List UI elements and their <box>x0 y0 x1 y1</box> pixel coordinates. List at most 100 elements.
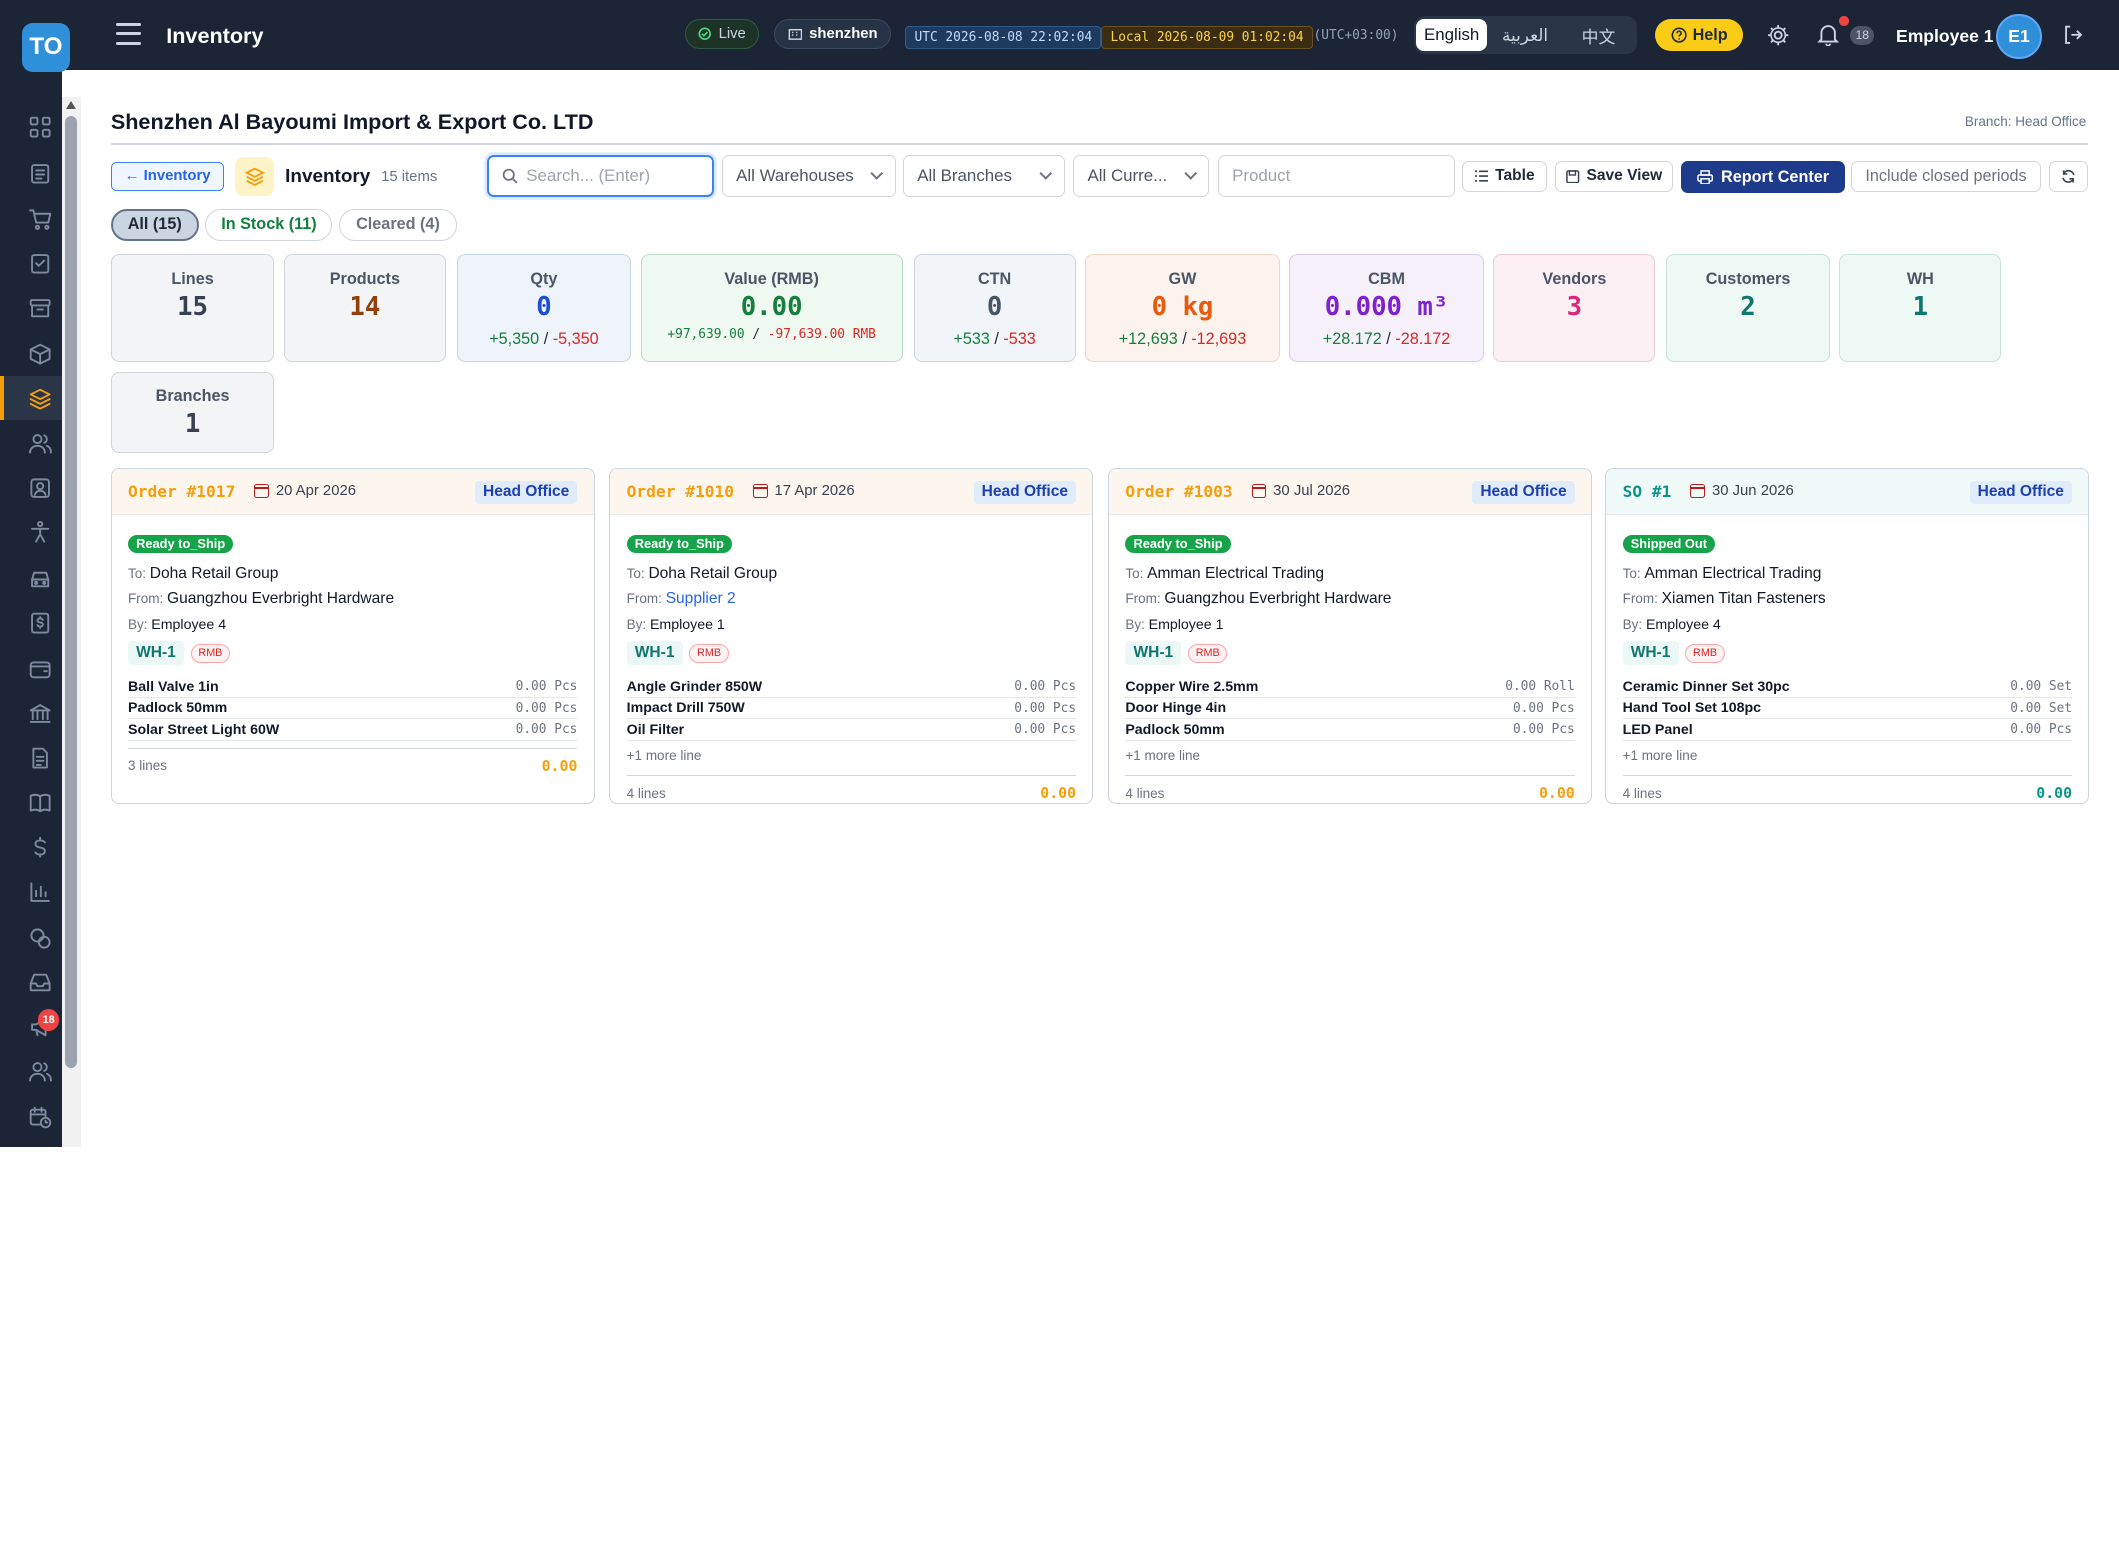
stat-value-rmb: Value (RMB) 0.00 +97,639.00 / -97,639.00… <box>640 254 903 363</box>
scroll-thumb[interactable] <box>64 116 78 1068</box>
gear-icon[interactable] <box>1766 23 1790 47</box>
archive-icon[interactable] <box>28 296 52 320</box>
order-number[interactable]: Order #1017 <box>128 482 235 501</box>
bank-icon[interactable] <box>28 701 52 725</box>
bell-icon[interactable] <box>1816 22 1840 46</box>
stat-label: Lines <box>171 269 214 288</box>
car-icon[interactable] <box>28 566 52 590</box>
item-name: Ceramic Dinner Set 30pc <box>1622 678 1790 695</box>
box-icon[interactable] <box>28 342 52 366</box>
filter-all[interactable]: All (15) <box>110 209 199 241</box>
clipboard-icon[interactable] <box>28 161 52 185</box>
branch-chip: Head Office <box>973 480 1077 504</box>
stat-ctn: CTN 0 +533 / -533 <box>913 254 1076 363</box>
item-qty: 0.00 Roll <box>1505 679 1575 695</box>
search-box[interactable] <box>486 155 714 198</box>
avatar[interactable]: E1 <box>1996 13 2042 60</box>
cart-icon[interactable] <box>28 207 52 231</box>
bar-chart-icon[interactable] <box>28 880 52 904</box>
refresh-button[interactable] <box>2048 160 2088 192</box>
lang-chinese[interactable]: 中文 <box>1563 19 1634 51</box>
team-icon[interactable] <box>28 1059 53 1083</box>
scroll-up-arrow[interactable] <box>66 101 77 110</box>
order-card[interactable]: Order #1010 17 Apr 2026 Head Office Ready t… <box>609 467 1094 805</box>
chevron-down-icon <box>1183 166 1197 181</box>
wallet-icon[interactable] <box>28 657 52 681</box>
layers-icon[interactable] <box>28 387 52 411</box>
order-card[interactable]: SO #1 30 Jun 2026 Head Office Shipped Out To… <box>1605 467 2090 805</box>
lang-arabic[interactable]: العربية <box>1490 19 1561 51</box>
order-card[interactable]: Order #1017 20 Apr 2026 Head Office Ready t… <box>110 467 595 805</box>
product-filter[interactable] <box>1217 155 1456 198</box>
status-badge: Shipped Out <box>1622 535 1716 553</box>
users-icon[interactable] <box>28 431 53 455</box>
item-name: Padlock 50mm <box>128 700 228 717</box>
inbox-icon[interactable] <box>28 970 52 994</box>
table-view-button[interactable]: Table <box>1462 160 1548 192</box>
warehouse-tag: WH-1 <box>1622 641 1679 666</box>
item-qty: 0.00 Pcs <box>1014 722 1077 738</box>
from-party: Guangzhou Everbright Hardware <box>167 589 395 607</box>
live-label: Live <box>718 25 746 42</box>
document-icon[interactable] <box>28 746 52 770</box>
from-party[interactable]: Supplier 2 <box>666 590 736 607</box>
order-number[interactable]: SO #1 <box>1623 482 1672 501</box>
by-label: By: <box>1125 617 1145 633</box>
order-number[interactable]: Order #1003 <box>1125 482 1232 501</box>
save-view-button[interactable]: Save View <box>1555 160 1674 192</box>
from-party: Xiamen Titan Fasteners <box>1661 589 1826 607</box>
filter-in-stock[interactable]: In Stock (11) <box>205 209 333 241</box>
calendar-clock-icon[interactable] <box>28 1105 52 1129</box>
menu-icon[interactable] <box>116 22 141 45</box>
item-qty: 0.00 Pcs <box>1512 700 1575 716</box>
person-icon[interactable] <box>28 520 52 544</box>
search-input[interactable] <box>526 166 702 187</box>
branch-indicator: Branch: Head Office <box>1964 113 2087 129</box>
logout-icon[interactable] <box>2062 24 2084 46</box>
order-number[interactable]: Order #1010 <box>627 482 734 501</box>
back-button[interactable]: ← Inventory <box>110 162 225 191</box>
currency-select[interactable]: All Curre... <box>1073 155 1210 198</box>
branch-select-value: All Branches <box>917 166 1012 186</box>
report-center-button[interactable]: Report Center <box>1681 160 1845 194</box>
filter-cleared[interactable]: Cleared (4) <box>339 209 457 241</box>
item-name: Angle Grinder 850W <box>626 678 763 695</box>
app-logo[interactable]: TO <box>21 22 71 72</box>
company-name: Shenzhen Al Bayoumi Import & Export Co. … <box>110 109 594 135</box>
table-label: Table <box>1495 167 1535 185</box>
report-center-label: Report Center <box>1721 167 1830 186</box>
stat-label: Products <box>329 269 400 288</box>
product-input[interactable] <box>1232 166 1435 187</box>
warehouse-select[interactable]: All Warehouses <box>721 155 896 198</box>
stat-minus: -97,639.00 RMB <box>767 327 876 342</box>
item-name: LED Panel <box>1622 721 1693 738</box>
more-lines[interactable]: +1 more line <box>627 748 1076 763</box>
search-icon <box>502 168 518 184</box>
coins-icon[interactable] <box>28 926 52 950</box>
list-item: Solar Street Light 60W 0.00 Pcs <box>128 719 578 742</box>
dollar-icon[interactable] <box>28 835 52 859</box>
refresh-icon <box>2062 169 2075 183</box>
currency-tag: RMB <box>1685 643 1725 663</box>
contacts-icon[interactable] <box>28 476 52 500</box>
list-item: Oil Filter 0.00 Pcs <box>626 719 1077 742</box>
branch-pill[interactable]: shenzhen <box>774 18 891 49</box>
checklist-icon[interactable] <box>28 251 52 275</box>
dollar-doc-icon[interactable] <box>28 611 52 635</box>
branch-select[interactable]: All Branches <box>902 155 1065 198</box>
book-icon[interactable] <box>28 791 52 815</box>
more-lines[interactable]: +1 more line <box>1623 748 2072 763</box>
dashboard-icon[interactable] <box>28 115 52 139</box>
branch-chip: Head Office <box>1472 480 1575 504</box>
more-lines[interactable]: +1 more line <box>1125 748 1574 763</box>
lang-english[interactable]: English <box>1416 18 1487 52</box>
stat-plus: +97,639.00 <box>667 327 745 342</box>
currency-tag: RMB <box>1187 643 1228 663</box>
stat-wh: WH 1 <box>1839 254 2002 363</box>
help-button[interactable]: Help <box>1655 18 1744 52</box>
order-card[interactable]: Order #1003 30 Jul 2026 Head Office Ready t… <box>1108 467 1592 805</box>
user-name[interactable]: Employee 1 <box>1896 26 1994 47</box>
include-closed-toggle[interactable]: Include closed periods <box>1851 160 2041 192</box>
item-list: Angle Grinder 850W 0.00 Pcs Impact Drill 7… <box>626 676 1077 742</box>
utc-clock: UTC 2026-08-08 22:02:04 <box>905 25 1102 49</box>
